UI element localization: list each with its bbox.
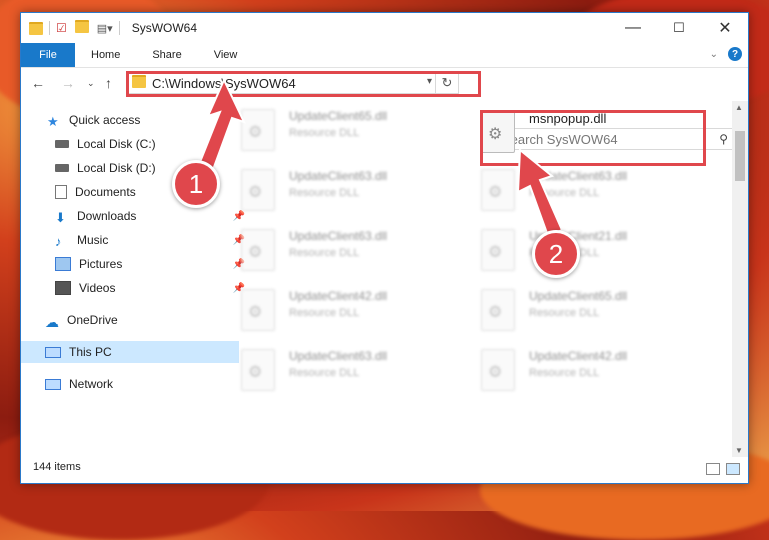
step-1-badge: 1 <box>172 160 220 208</box>
annotation-arrows <box>194 77 564 238</box>
step-2-badge: 2 <box>532 230 580 278</box>
arrow-2 <box>516 147 564 238</box>
